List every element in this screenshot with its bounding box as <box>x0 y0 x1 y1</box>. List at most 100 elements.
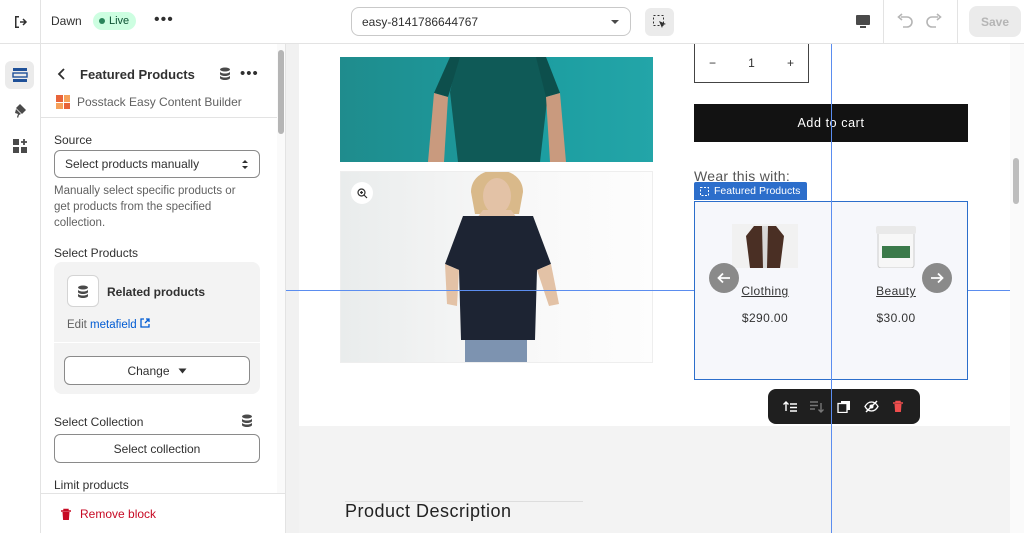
theme-settings-tab[interactable] <box>5 96 34 124</box>
remove-block-label: Remove block <box>80 507 157 521</box>
source-select[interactable]: Select products manually <box>54 150 260 178</box>
limit-products-label: Limit products <box>54 478 129 492</box>
block-settings-panel: Featured Products ••• Posstack Easy Cont… <box>41 44 286 533</box>
metafield-icon <box>67 275 99 307</box>
hide-button[interactable] <box>860 396 882 418</box>
apps-tab[interactable] <box>5 132 34 160</box>
redo-icon <box>926 13 942 28</box>
database-icon <box>220 67 230 80</box>
product-name[interactable]: Clothing <box>732 284 798 298</box>
live-label: Live <box>109 15 130 27</box>
delete-button[interactable] <box>887 396 909 418</box>
sections-tab[interactable] <box>5 61 34 89</box>
select-collection-button[interactable]: Select collection <box>54 434 260 463</box>
product-card[interactable]: Beauty $30.00 <box>863 224 929 325</box>
cream-jar-image <box>876 226 916 268</box>
exit-button[interactable] <box>0 0 41 43</box>
quantity-stepper[interactable]: − 1 + <box>694 44 809 83</box>
product-image-green-shirt[interactable] <box>340 57 653 162</box>
carousel-next-button[interactable] <box>922 263 952 293</box>
app-name: Posstack Easy Content Builder <box>77 95 242 109</box>
source-select-value: Select products manually <box>65 157 200 171</box>
remove-block-button[interactable]: Remove block <box>60 507 156 521</box>
toolbar-divider <box>957 0 958 43</box>
app-logo-icon <box>56 95 70 109</box>
left-rail <box>0 44 41 533</box>
edit-prefix: Edit <box>67 319 87 331</box>
toolbar-divider <box>883 0 884 43</box>
product-thumbnail-beauty[interactable] <box>863 224 929 268</box>
block-frame-icon <box>700 186 709 196</box>
product-name[interactable]: Beauty <box>863 284 929 298</box>
metafield-link[interactable]: metafield <box>90 318 150 331</box>
top-bar: Dawn Live ••• easy-8141786644767 Save <box>0 0 1024 44</box>
database-icon <box>78 285 88 298</box>
quantity-increase[interactable]: + <box>787 56 794 70</box>
paintbrush-icon <box>15 103 26 118</box>
move-down-button[interactable] <box>806 396 828 418</box>
carousel-prev-button[interactable] <box>709 263 739 293</box>
vertical-guide-line <box>831 44 832 533</box>
select-arrows-icon <box>242 159 248 169</box>
cursor-select-icon <box>652 15 666 28</box>
panel-header: Featured Products ••• Posstack Easy Cont… <box>41 44 277 118</box>
trash-icon <box>893 400 904 412</box>
undo-button[interactable] <box>893 9 917 33</box>
panel-more-button[interactable]: ••• <box>240 65 259 82</box>
quantity-decrease[interactable]: − <box>709 56 716 70</box>
product-card[interactable]: Clothing $290.00 <box>732 224 798 325</box>
duplicate-button[interactable] <box>833 396 855 418</box>
arrow-right-icon <box>931 272 944 284</box>
preview-frame: − 1 + Add to cart Wear this with: Featur… <box>299 44 1010 533</box>
product-price: $290.00 <box>741 311 789 325</box>
panel-footer: Remove block <box>41 493 285 533</box>
template-select[interactable]: easy-8141786644767 <box>351 7 631 36</box>
sections-icon <box>11 68 28 82</box>
panel-scrollbar-thumb[interactable] <box>278 50 284 134</box>
preview-scrollbar-thumb[interactable] <box>1013 158 1019 204</box>
product-thumbnail-clothing[interactable] <box>732 224 798 268</box>
chevron-left-icon <box>57 68 65 80</box>
arrow-left-icon <box>717 272 730 284</box>
live-badge: Live <box>93 12 137 30</box>
select-products-label: Select Products <box>54 246 139 260</box>
chevron-down-icon <box>611 19 619 24</box>
quantity-value[interactable]: 1 <box>748 56 755 70</box>
desktop-preview-button[interactable] <box>850 8 876 34</box>
panel-title: Featured Products <box>80 67 195 82</box>
edit-metafield-row: Edit metafield <box>67 318 150 331</box>
theme-name: Dawn <box>51 14 82 28</box>
related-products-title: Related products <box>107 285 206 299</box>
caret-down-icon <box>178 368 187 373</box>
zoom-in-icon <box>356 187 367 198</box>
inspector-toggle-button[interactable] <box>645 8 674 36</box>
exit-icon <box>15 15 28 28</box>
panel-scrollbar[interactable] <box>277 44 285 533</box>
source-help-text: Manually select specific products or get… <box>54 185 236 229</box>
green-shirt-figure <box>428 57 566 162</box>
save-button[interactable]: Save <box>969 6 1021 37</box>
duplicate-icon <box>837 401 850 413</box>
product-description-heading: Product Description <box>345 501 512 521</box>
preview-scrollbar[interactable] <box>1010 44 1024 533</box>
undo-icon <box>897 13 913 28</box>
database-icon <box>242 414 252 427</box>
storefront-preview: − 1 + Add to cart Wear this with: Featur… <box>286 44 1024 533</box>
block-toolbar <box>768 389 920 424</box>
related-products-card: Related products Edit metafield Change <box>54 262 260 394</box>
card-divider <box>54 342 260 343</box>
live-dot-icon <box>99 18 105 24</box>
change-button[interactable]: Change <box>64 356 250 385</box>
move-up-button[interactable] <box>779 396 801 418</box>
apps-icon <box>12 139 27 153</box>
product-image-navy-shirt[interactable] <box>340 171 653 363</box>
block-tag[interactable]: Featured Products <box>694 182 808 200</box>
theme-more-button[interactable]: ••• <box>154 11 174 29</box>
external-link-icon <box>140 318 150 328</box>
trash-icon <box>61 508 71 520</box>
redo-button[interactable] <box>922 9 946 33</box>
zoom-button[interactable] <box>351 182 373 204</box>
jacket-image <box>732 224 798 268</box>
source-label: Source <box>54 133 93 147</box>
back-button[interactable] <box>54 64 70 84</box>
